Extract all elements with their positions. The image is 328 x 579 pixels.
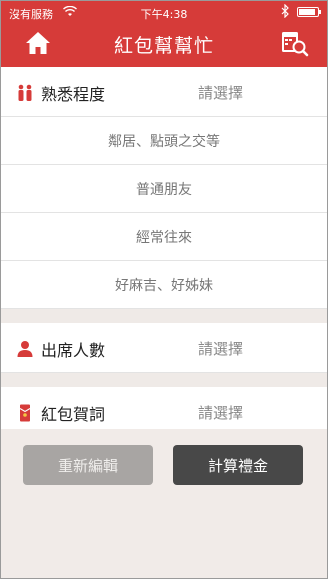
attendees-value[interactable]: 請選擇 <box>198 338 243 359</box>
person-icon <box>17 341 33 357</box>
option-neighbor[interactable]: 鄰居、點頭之交等 <box>1 117 327 165</box>
greeting-label: 紅包賀詞 <box>41 405 106 424</box>
action-footer: 重新編輯 計算禮金 <box>1 429 327 578</box>
battery-icon <box>297 7 321 17</box>
greeting-value[interactable]: 請選擇 <box>198 402 243 423</box>
app-screen: 沒有服務 下午4:38 紅包幫幫忙 熟悉程度 請選擇 鄰居、點頭之交等 普通朋友… <box>0 0 328 579</box>
attendees-row[interactable]: 出席人數 請選擇 <box>1 323 327 373</box>
calculate-button[interactable]: 計算禮金 <box>173 445 303 485</box>
nav-bar: 紅包幫幫忙 <box>1 23 327 67</box>
red-envelope-icon <box>19 404 31 422</box>
option-frequent-contact[interactable]: 經常往來 <box>1 213 327 261</box>
people-icon <box>18 84 32 101</box>
calendar-search-icon[interactable] <box>279 28 309 58</box>
reset-button[interactable]: 重新編輯 <box>23 445 153 485</box>
familiarity-label: 熟悉程度 <box>41 85 106 104</box>
option-ordinary-friend[interactable]: 普通朋友 <box>1 165 327 213</box>
top-bar: 沒有服務 下午4:38 紅包幫幫忙 <box>1 1 327 67</box>
attendees-label: 出席人數 <box>41 341 106 360</box>
familiarity-row[interactable]: 熟悉程度 請選擇 <box>1 67 327 117</box>
form-content: 熟悉程度 請選擇 鄰居、點頭之交等 普通朋友 經常往來 好麻吉、好姊妹 出席人數… <box>1 67 327 437</box>
clock-text: 下午4:38 <box>140 8 188 21</box>
status-bar: 沒有服務 下午4:38 <box>1 1 327 23</box>
section-gap <box>1 309 327 323</box>
option-best-friend[interactable]: 好麻吉、好姊妹 <box>1 261 327 309</box>
familiarity-value[interactable]: 請選擇 <box>198 82 243 103</box>
section-gap <box>1 373 327 387</box>
bluetooth-icon <box>281 4 289 18</box>
